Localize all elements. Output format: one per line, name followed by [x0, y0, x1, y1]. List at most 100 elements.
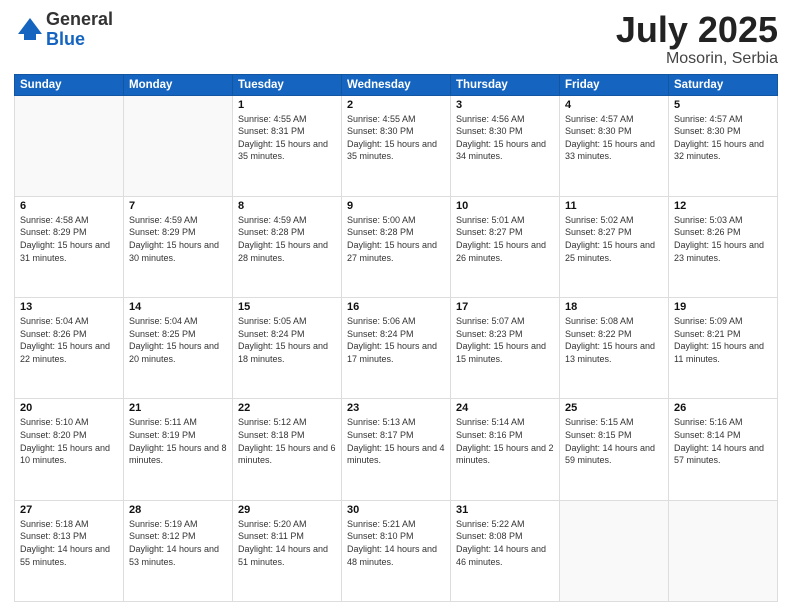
table-row: 13 Sunrise: 5:04 AM Sunset: 8:26 PM Dayli… [15, 298, 124, 399]
day-number: 16 [347, 301, 445, 313]
day-info: Sunrise: 5:13 AM Sunset: 8:17 PM Dayligh… [347, 416, 445, 466]
header: General Blue July 2025 Mosorin, Serbia [14, 10, 778, 68]
calendar-week-row: 13 Sunrise: 5:04 AM Sunset: 8:26 PM Dayli… [15, 298, 778, 399]
day-info: Sunrise: 5:08 AM Sunset: 8:22 PM Dayligh… [565, 315, 663, 365]
table-row: 10 Sunrise: 5:01 AM Sunset: 8:27 PM Dayli… [451, 196, 560, 297]
day-number: 11 [565, 200, 663, 212]
table-row: 7 Sunrise: 4:59 AM Sunset: 8:29 PM Daylig… [124, 196, 233, 297]
table-row: 26 Sunrise: 5:16 AM Sunset: 8:14 PM Dayli… [669, 399, 778, 500]
day-number: 29 [238, 504, 336, 516]
day-info: Sunrise: 4:59 AM Sunset: 8:29 PM Dayligh… [129, 214, 227, 264]
logo-general: General [46, 10, 113, 30]
logo: General Blue [14, 10, 113, 50]
day-number: 23 [347, 402, 445, 414]
day-number: 9 [347, 200, 445, 212]
day-info: Sunrise: 5:10 AM Sunset: 8:20 PM Dayligh… [20, 416, 118, 466]
table-row: 4 Sunrise: 4:57 AM Sunset: 8:30 PM Daylig… [560, 95, 669, 196]
day-number: 2 [347, 99, 445, 111]
table-row [15, 95, 124, 196]
day-number: 22 [238, 402, 336, 414]
day-number: 18 [565, 301, 663, 313]
day-number: 24 [456, 402, 554, 414]
day-number: 20 [20, 402, 118, 414]
table-row [124, 95, 233, 196]
day-info: Sunrise: 5:04 AM Sunset: 8:26 PM Dayligh… [20, 315, 118, 365]
calendar-week-row: 20 Sunrise: 5:10 AM Sunset: 8:20 PM Dayli… [15, 399, 778, 500]
table-row: 22 Sunrise: 5:12 AM Sunset: 8:18 PM Dayli… [233, 399, 342, 500]
day-number: 21 [129, 402, 227, 414]
table-row: 2 Sunrise: 4:55 AM Sunset: 8:30 PM Daylig… [342, 95, 451, 196]
day-number: 28 [129, 504, 227, 516]
table-row: 24 Sunrise: 5:14 AM Sunset: 8:16 PM Dayli… [451, 399, 560, 500]
table-row: 29Sunrise: 5:20 AM Sunset: 8:11 PM Dayli… [233, 500, 342, 601]
col-wednesday: Wednesday [342, 74, 451, 95]
day-number: 7 [129, 200, 227, 212]
table-row: 25Sunrise: 5:15 AM Sunset: 8:15 PM Dayli… [560, 399, 669, 500]
col-saturday: Saturday [669, 74, 778, 95]
day-info: Sunrise: 5:11 AM Sunset: 8:19 PM Dayligh… [129, 416, 227, 466]
day-info: Sunrise: 5:01 AM Sunset: 8:27 PM Dayligh… [456, 214, 554, 264]
day-number: 17 [456, 301, 554, 313]
day-info: Sunrise: 5:21 AM Sunset: 8:10 PM Dayligh… [347, 518, 445, 568]
day-info: Sunrise: 5:16 AM Sunset: 8:14 PM Dayligh… [674, 416, 772, 466]
day-number: 14 [129, 301, 227, 313]
table-row: 11 Sunrise: 5:02 AM Sunset: 8:27 PM Dayli… [560, 196, 669, 297]
table-row: 20 Sunrise: 5:10 AM Sunset: 8:20 PM Dayli… [15, 399, 124, 500]
table-row: 23 Sunrise: 5:13 AM Sunset: 8:17 PM Dayli… [342, 399, 451, 500]
day-info: Sunrise: 4:55 AM Sunset: 8:31 PM Dayligh… [238, 113, 336, 163]
table-row: 9Sunrise: 5:00 AM Sunset: 8:28 PM Daylig… [342, 196, 451, 297]
day-number: 4 [565, 99, 663, 111]
table-row: 28Sunrise: 5:19 AM Sunset: 8:12 PM Dayli… [124, 500, 233, 601]
day-info: Sunrise: 5:18 AM Sunset: 8:13 PM Dayligh… [20, 518, 118, 568]
col-friday: Friday [560, 74, 669, 95]
calendar-table: Sunday Monday Tuesday Wednesday Thursday… [14, 74, 778, 602]
table-row [560, 500, 669, 601]
day-number: 26 [674, 402, 772, 414]
table-row: 30Sunrise: 5:21 AM Sunset: 8:10 PM Dayli… [342, 500, 451, 601]
day-info: Sunrise: 4:58 AM Sunset: 8:29 PM Dayligh… [20, 214, 118, 264]
day-number: 27 [20, 504, 118, 516]
day-info: Sunrise: 5:02 AM Sunset: 8:27 PM Dayligh… [565, 214, 663, 264]
table-row [669, 500, 778, 601]
day-info: Sunrise: 4:56 AM Sunset: 8:30 PM Dayligh… [456, 113, 554, 163]
day-number: 13 [20, 301, 118, 313]
day-number: 3 [456, 99, 554, 111]
col-thursday: Thursday [451, 74, 560, 95]
day-info: Sunrise: 5:03 AM Sunset: 8:26 PM Dayligh… [674, 214, 772, 264]
table-row: 19Sunrise: 5:09 AM Sunset: 8:21 PM Dayli… [669, 298, 778, 399]
day-number: 10 [456, 200, 554, 212]
logo-blue: Blue [46, 30, 113, 50]
day-info: Sunrise: 5:04 AM Sunset: 8:25 PM Dayligh… [129, 315, 227, 365]
col-monday: Monday [124, 74, 233, 95]
logo-text: General Blue [46, 10, 113, 50]
day-info: Sunrise: 4:55 AM Sunset: 8:30 PM Dayligh… [347, 113, 445, 163]
day-info: Sunrise: 5:07 AM Sunset: 8:23 PM Dayligh… [456, 315, 554, 365]
calendar-subtitle: Mosorin, Serbia [616, 50, 778, 68]
day-info: Sunrise: 5:09 AM Sunset: 8:21 PM Dayligh… [674, 315, 772, 365]
calendar-title: July 2025 [616, 10, 778, 50]
col-sunday: Sunday [15, 74, 124, 95]
day-info: Sunrise: 5:06 AM Sunset: 8:24 PM Dayligh… [347, 315, 445, 365]
day-number: 15 [238, 301, 336, 313]
day-number: 5 [674, 99, 772, 111]
table-row: 31Sunrise: 5:22 AM Sunset: 8:08 PM Dayli… [451, 500, 560, 601]
day-info: Sunrise: 4:57 AM Sunset: 8:30 PM Dayligh… [674, 113, 772, 163]
table-row: 17 Sunrise: 5:07 AM Sunset: 8:23 PM Dayli… [451, 298, 560, 399]
table-row: 6 Sunrise: 4:58 AM Sunset: 8:29 PM Daylig… [15, 196, 124, 297]
day-info: Sunrise: 5:12 AM Sunset: 8:18 PM Dayligh… [238, 416, 336, 466]
day-info: Sunrise: 4:57 AM Sunset: 8:30 PM Dayligh… [565, 113, 663, 163]
table-row: 5 Sunrise: 4:57 AM Sunset: 8:30 PM Daylig… [669, 95, 778, 196]
page: General Blue July 2025 Mosorin, Serbia S… [0, 0, 792, 612]
day-info: Sunrise: 5:14 AM Sunset: 8:16 PM Dayligh… [456, 416, 554, 466]
table-row: 1 Sunrise: 4:55 AM Sunset: 8:31 PM Daylig… [233, 95, 342, 196]
calendar-week-row: 1 Sunrise: 4:55 AM Sunset: 8:31 PM Daylig… [15, 95, 778, 196]
day-number: 12 [674, 200, 772, 212]
table-row: 27 Sunrise: 5:18 AM Sunset: 8:13 PM Dayli… [15, 500, 124, 601]
day-number: 31 [456, 504, 554, 516]
table-row: 18 Sunrise: 5:08 AM Sunset: 8:22 PM Dayli… [560, 298, 669, 399]
day-number: 1 [238, 99, 336, 111]
day-info: Sunrise: 4:59 AM Sunset: 8:28 PM Dayligh… [238, 214, 336, 264]
table-row: 16 Sunrise: 5:06 AM Sunset: 8:24 PM Dayli… [342, 298, 451, 399]
table-row: 21 Sunrise: 5:11 AM Sunset: 8:19 PM Dayli… [124, 399, 233, 500]
day-number: 6 [20, 200, 118, 212]
